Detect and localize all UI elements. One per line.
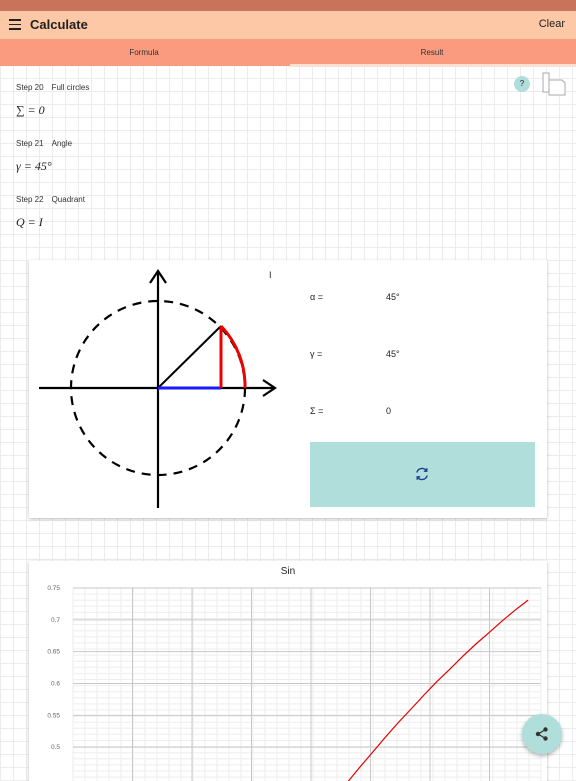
sigma-value: 0: [386, 406, 392, 416]
steps-list: Step 20 Full circles ∑ = 0 Step 21 Angle γ…: [0, 67, 576, 243]
tab-formula[interactable]: Formula: [0, 39, 288, 66]
step-formula: ∑ = 0: [16, 103, 45, 117]
refresh-button[interactable]: [310, 442, 535, 507]
step-title: Full circles: [51, 83, 90, 92]
y-tick-label: 0.65: [47, 649, 60, 656]
y-tick-label: 0.6: [51, 681, 60, 688]
share-button[interactable]: [522, 714, 562, 754]
y-tick-label: 0.5: [51, 744, 60, 751]
alpha-value: 45°: [386, 292, 400, 302]
status-bar: [0, 0, 576, 11]
help-button[interactable]: ?: [514, 76, 530, 92]
step-number: Step 22: [16, 195, 44, 204]
share-icon: [535, 727, 548, 741]
tab-result[interactable]: Result: [288, 39, 576, 66]
step-formula: Q = I: [16, 215, 43, 229]
y-tick-label: 0.7: [51, 617, 60, 624]
refresh-icon: [416, 467, 428, 481]
tab-bar: Formula Result: [0, 39, 576, 66]
app-title: Calculate: [30, 17, 88, 32]
step-number: Step 21: [16, 139, 44, 148]
step-title: Angle: [51, 139, 73, 148]
menu-icon[interactable]: [9, 19, 21, 30]
sin-chart-card: Sin 0.75 0.7 0.65 0.6 0.55 0.5: [29, 561, 547, 781]
unit-circle-card: I α = 45° γ = 45° Σ = 0: [29, 260, 547, 518]
step-label: Step 22 Quadrant: [16, 195, 85, 204]
alpha-label: α =: [310, 292, 323, 302]
sigma-label: Σ =: [310, 406, 324, 416]
step-title: Quadrant: [51, 195, 85, 204]
gamma-value: 45°: [386, 349, 400, 359]
step-label: Step 21 Angle: [16, 139, 72, 148]
step-label: Step 20 Full circles: [16, 83, 89, 92]
y-tick-label: 0.55: [47, 712, 60, 719]
app-bar: Calculate Clear: [0, 11, 576, 39]
document-icon[interactable]: [540, 72, 566, 96]
y-tick-label: 0.75: [47, 585, 60, 592]
quadrant-label: I: [269, 270, 272, 280]
clear-button[interactable]: Clear: [539, 18, 565, 30]
sin-chart: 0.75 0.7 0.65 0.6 0.55 0.5: [47, 585, 542, 781]
unit-circle-diagram: [39, 269, 277, 508]
step-number: Step 20: [16, 83, 44, 92]
step-formula: γ = 45°: [16, 159, 52, 173]
gamma-label: γ =: [310, 349, 323, 359]
